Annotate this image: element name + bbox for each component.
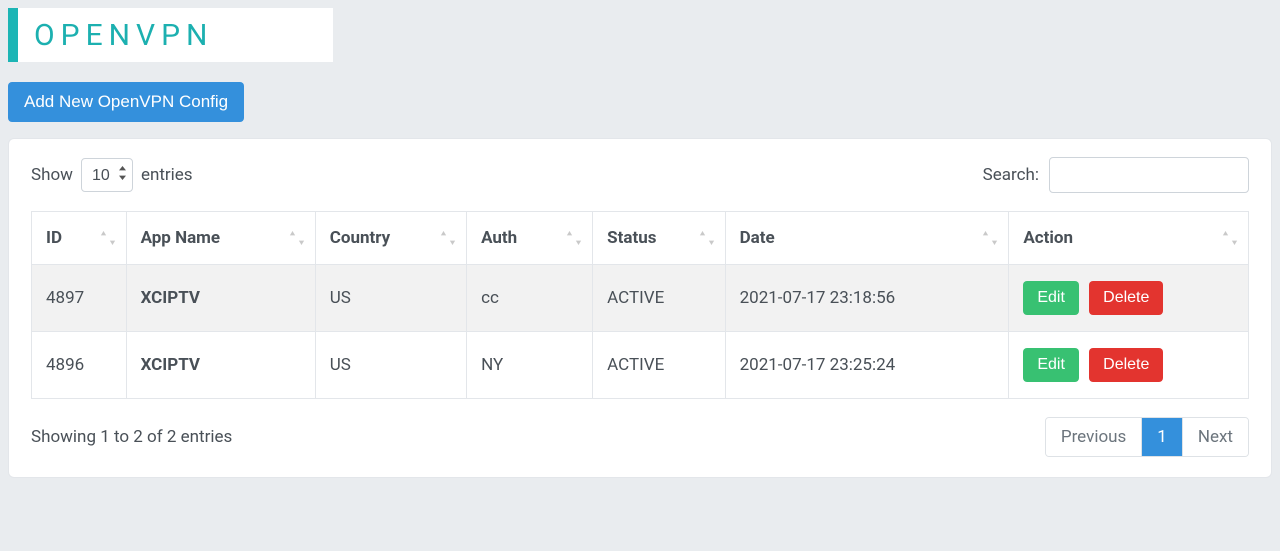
- sort-icon: [982, 231, 998, 245]
- cell-id: 4896: [32, 332, 127, 399]
- sort-icon: [100, 231, 116, 245]
- cell-auth: cc: [467, 265, 593, 332]
- sort-icon: [699, 231, 715, 245]
- search-input[interactable]: [1049, 157, 1249, 193]
- paginate-page-1[interactable]: 1: [1141, 418, 1182, 456]
- search-control: Search:: [983, 157, 1249, 193]
- cell-country: US: [315, 265, 466, 332]
- config-table-card: Show 10 entries Search: ID: [8, 138, 1272, 478]
- pagination: Previous 1 Next: [1045, 417, 1249, 457]
- edit-button[interactable]: Edit: [1023, 348, 1079, 382]
- length-select[interactable]: 10: [81, 158, 133, 192]
- search-label: Search:: [983, 165, 1039, 185]
- cell-action: Edit Delete: [1009, 265, 1249, 332]
- cell-auth: NY: [467, 332, 593, 399]
- col-header-auth[interactable]: Auth: [467, 212, 593, 265]
- cell-date: 2021-07-17 23:18:56: [725, 265, 1009, 332]
- cell-appname: XCIPTV: [126, 265, 315, 332]
- logo-accent-bar: [8, 8, 18, 62]
- col-header-appname[interactable]: App Name: [126, 212, 315, 265]
- col-header-action[interactable]: Action: [1009, 212, 1249, 265]
- paginate-previous[interactable]: Previous: [1046, 418, 1141, 456]
- sort-icon: [566, 231, 582, 245]
- table-info: Showing 1 to 2 of 2 entries: [31, 427, 232, 447]
- length-show-label: Show: [31, 165, 73, 185]
- length-entries-label: entries: [141, 165, 193, 185]
- table-row: 4897 XCIPTV US cc ACTIVE 2021-07-17 23:1…: [32, 265, 1249, 332]
- table-row: 4896 XCIPTV US NY ACTIVE 2021-07-17 23:2…: [32, 332, 1249, 399]
- col-header-id[interactable]: ID: [32, 212, 127, 265]
- col-header-country[interactable]: Country: [315, 212, 466, 265]
- cell-appname: XCIPTV: [126, 332, 315, 399]
- cell-status: ACTIVE: [593, 332, 725, 399]
- delete-button[interactable]: Delete: [1089, 281, 1163, 315]
- sort-icon: [289, 231, 305, 245]
- sort-icon: [1222, 231, 1238, 245]
- cell-id: 4897: [32, 265, 127, 332]
- config-table: ID App Name Country Auth Status: [31, 211, 1249, 399]
- cell-action: Edit Delete: [1009, 332, 1249, 399]
- cell-country: US: [315, 332, 466, 399]
- logo-text: OPENVPN: [34, 18, 213, 53]
- length-control: Show 10 entries: [31, 158, 193, 192]
- delete-button[interactable]: Delete: [1089, 348, 1163, 382]
- sort-icon: [440, 231, 456, 245]
- cell-status: ACTIVE: [593, 265, 725, 332]
- paginate-next[interactable]: Next: [1182, 418, 1248, 456]
- edit-button[interactable]: Edit: [1023, 281, 1079, 315]
- col-header-status[interactable]: Status: [593, 212, 725, 265]
- cell-date: 2021-07-17 23:25:24: [725, 332, 1009, 399]
- add-openvpn-config-button[interactable]: Add New OpenVPN Config: [8, 82, 244, 122]
- logo: OPENVPN: [8, 8, 333, 62]
- col-header-date[interactable]: Date: [725, 212, 1009, 265]
